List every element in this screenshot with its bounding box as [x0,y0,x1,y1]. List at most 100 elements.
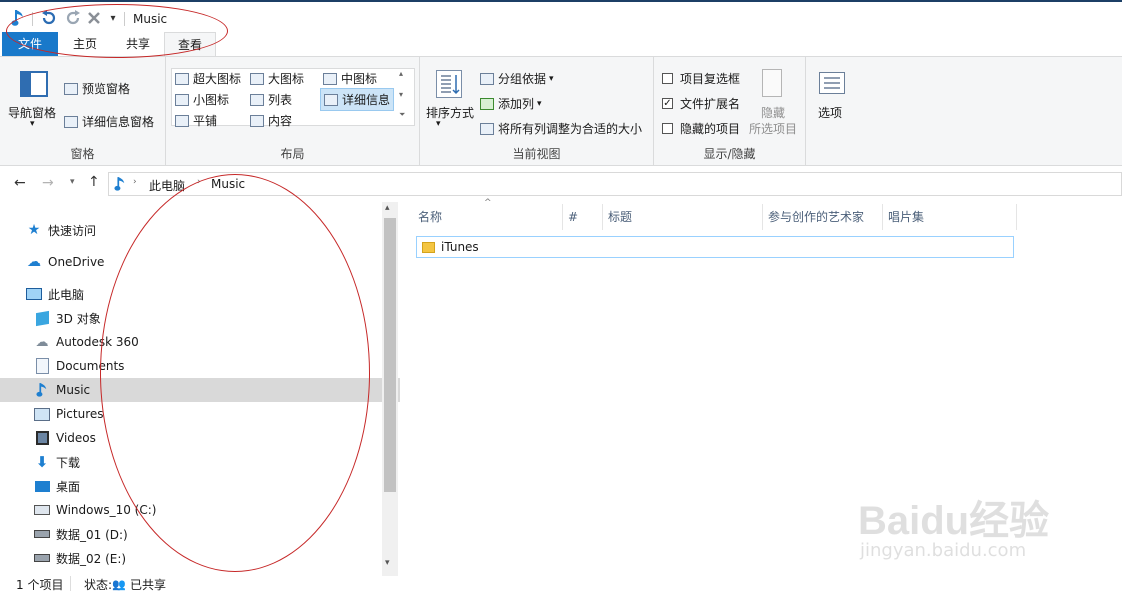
watermark-brand: Baidu经验 [858,499,1050,543]
group-panes: 导航窗格 ▾ 预览窗格 详细信息窗格 窗格 [0,57,166,165]
column-header-artists[interactable]: 参与创作的艺术家 [768,204,864,230]
column-separator[interactable] [762,204,763,230]
file-extensions-label: 文件扩展名 [680,97,741,111]
layout-details-label: 详细信息 [342,93,391,107]
annotation-ellipse-nav [100,174,370,572]
file-name: iTunes [441,240,479,254]
nav-onedrive-label: OneDrive [48,255,105,269]
nav-item-label: Music [56,383,91,397]
nav-item-label: 3D 对象 [56,311,101,326]
documents-icon [34,358,50,374]
hide-selected-label-2: 所选项目 [749,122,798,136]
layout-list-label: 列表 [268,93,293,107]
group-by-button[interactable]: 分组依据 ▾ [480,70,554,87]
sort-by-button[interactable]: 排序方式 [426,104,474,121]
column-header-title[interactable]: 标题 [608,204,632,230]
column-separator[interactable] [882,204,883,230]
layout-small-icons[interactable]: 小图标 [175,91,229,108]
column-header-album[interactable]: 唱片集 [888,204,924,230]
extra-large-icons-icon [175,72,189,85]
chevron-down-icon: ▾ [537,98,542,109]
desktop-icon [34,478,50,494]
item-checkboxes-toggle[interactable]: 项目复选框 [662,70,740,87]
options-icon[interactable] [819,72,845,94]
group-label-panes: 窗格 [70,147,95,161]
column-separator[interactable] [602,204,603,230]
scroll-down-icon[interactable]: ▾ [385,558,390,568]
column-separator[interactable] [562,204,563,230]
navigation-pane-icon[interactable] [20,71,48,97]
shared-users-icon: 👥 [112,578,126,591]
hide-selected-label-1: 隐藏 [761,106,786,120]
gallery-more-icon[interactable]: ⏷ [399,110,405,120]
3d-objects-icon [34,310,50,326]
drive-c-icon [34,502,50,518]
group-label-layout: 布局 [280,147,305,161]
scroll-up-icon[interactable]: ▴ [385,203,390,213]
chevron-down-icon: ▾ [549,73,554,84]
hidden-items-label: 隐藏的项目 [680,122,741,136]
medium-icons-icon [323,72,337,85]
group-show-hide: 项目复选框 ✓ 文件扩展名 隐藏的项目 隐藏 所选项目 显示/隐藏 [654,57,806,165]
details-pane-button[interactable]: 详细信息窗格 [64,113,154,130]
size-all-columns-button[interactable]: 将所有列调整为合适的大小 [480,120,642,137]
status-label: 状态: [84,578,113,592]
list-icon [250,93,264,106]
preview-pane-button[interactable]: 预览窗格 [64,80,130,97]
layout-medium-label: 中图标 [341,72,378,86]
chevron-down-icon: ▾ [30,119,35,129]
scroll-down-icon[interactable]: ▾ [399,90,403,99]
content-icon [250,114,264,127]
layout-tiles-label: 平铺 [193,114,218,128]
annotation-ellipse-toolbar [6,4,228,58]
watermark-url: jingyan.baidu.com [860,540,1027,561]
music-icon [34,382,50,398]
nav-item-label: 下载 [56,455,81,470]
nav-item-label: 桌面 [56,479,81,494]
nav-quick-access-label: 快速访问 [48,223,97,238]
preview-pane-label: 预览窗格 [82,82,131,96]
watermark: Baidu经验 jingyan.baidu.com [858,470,1068,570]
breadcrumb-chevron-icon[interactable]: › [133,177,137,187]
file-extensions-toggle[interactable]: ✓ 文件扩展名 [662,95,740,112]
layout-content[interactable]: 内容 [250,112,292,129]
star-icon: ★ [27,222,41,238]
forward-arrow-icon[interactable]: → [42,175,54,191]
group-options: 选项 [806,57,856,165]
layout-list[interactable]: 列表 [250,91,292,108]
group-label-show-hide: 显示/隐藏 [703,147,756,161]
layout-medium-icons[interactable]: 中图标 [323,70,377,87]
item-checkboxes-checkbox[interactable] [662,73,673,84]
add-columns-label: 添加列 [498,97,535,111]
nav-item-label: Videos [56,431,96,445]
folder-icon [422,241,435,253]
column-header-number[interactable]: # [568,204,578,230]
sort-by-icon[interactable] [436,70,462,98]
options-button[interactable]: 选项 [818,104,842,121]
up-arrow-icon[interactable]: ↑ [88,174,100,190]
item-count: 1 个项目 [16,578,64,592]
hidden-items-checkbox[interactable] [662,123,673,134]
table-row[interactable]: iTunes [416,236,1014,258]
layout-large-icons[interactable]: 大图标 [250,70,304,87]
add-columns-button[interactable]: 添加列 ▾ [480,95,542,112]
group-by-label: 分组依据 [498,72,547,86]
column-header-name[interactable]: 名称 [418,204,442,230]
layout-details[interactable]: 详细信息 [320,88,395,111]
nav-scrollbar-thumb[interactable] [384,218,396,492]
hidden-items-toggle[interactable]: 隐藏的项目 [662,120,740,137]
back-arrow-icon[interactable]: ← [14,175,26,191]
column-separator[interactable] [1016,204,1017,230]
layout-extra-large-icons[interactable]: 超大图标 [175,70,241,87]
group-layout: 超大图标 大图标 中图标 小图标 列表 详细信息 平铺 内容 ▴ ▾ ⏷ 布局 [166,57,420,165]
sort-ascending-icon: ^ [484,198,492,208]
recent-locations-icon[interactable]: ▾ [70,177,75,187]
small-icons-icon [175,93,189,106]
nav-item-label: Pictures [56,407,104,421]
tiles-icon [175,114,189,127]
scroll-up-icon[interactable]: ▴ [399,69,403,78]
drive-icon [34,550,50,566]
layout-tiles[interactable]: 平铺 [175,112,217,129]
file-extensions-checkbox[interactable]: ✓ [662,98,673,109]
layout-large-label: 大图标 [268,72,305,86]
